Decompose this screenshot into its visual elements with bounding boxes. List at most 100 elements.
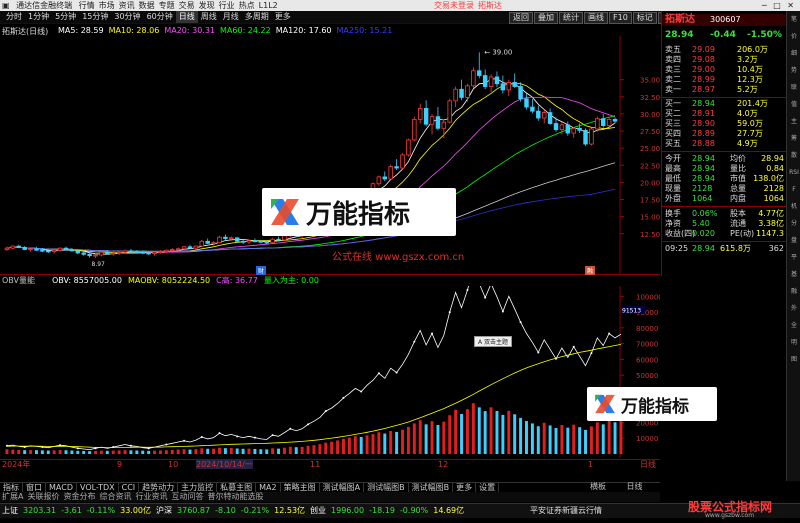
book-price[interactable]: 29.09 [692, 45, 715, 55]
menu-item-3[interactable]: 数据 [139, 0, 155, 11]
right-tab-10[interactable]: F [787, 181, 800, 198]
index-name[interactable]: 创业 [310, 504, 326, 518]
menu-item-7[interactable]: 行业 [219, 0, 235, 11]
book-price[interactable]: 28.99 [692, 75, 715, 85]
stat-value: 4.77亿 [758, 209, 784, 218]
right-tab-18[interactable]: 全 [787, 317, 800, 334]
indicator-title[interactable]: OBV量能 [2, 275, 35, 286]
info-tab-6[interactable]: 普尔特动能选股 [205, 492, 265, 502]
book-price[interactable]: 28.89 [692, 129, 715, 139]
menu-item-6[interactable]: 发现 [199, 0, 215, 11]
right-tab-17[interactable]: 外 [787, 300, 800, 317]
right-tab-0[interactable]: 笔 [787, 11, 800, 28]
period-tab-5[interactable]: 60分钟 [144, 11, 176, 23]
index-name[interactable]: 上证 [2, 504, 18, 518]
right-tab-13[interactable]: 盘 [787, 232, 800, 249]
book-volume: 5.2万 [737, 85, 758, 94]
candle-body [601, 118, 606, 126]
menu-item-1[interactable]: 市场 [99, 0, 115, 11]
kline-chart[interactable]: 拓斯达(日线) MA5: 28.59 MA10: 28.06 MA20: 30.31… [0, 24, 660, 275]
right-tab-11[interactable]: 机 [787, 198, 800, 215]
toolbar-button-1[interactable]: 叠加 [534, 12, 558, 24]
right-tab-9[interactable]: RSI [787, 164, 800, 181]
book-price[interactable]: 28.88 [692, 139, 715, 149]
right-tab-19[interactable]: 明 [787, 334, 800, 351]
book-volume: 12.3万 [737, 75, 763, 84]
mark-cai[interactable]: 财 [256, 266, 267, 275]
right-tab-1[interactable]: 价 [787, 28, 800, 45]
tab-horizontal[interactable]: 横板 [590, 482, 606, 491]
login-notice[interactable]: 交易未登录 [434, 0, 474, 11]
right-tab-2[interactable]: 细 [787, 45, 800, 62]
close-button[interactable]: ✕ [787, 0, 794, 11]
candle-body [270, 238, 275, 244]
right-tab-12[interactable]: 分 [787, 215, 800, 232]
right-tab-8[interactable]: 散 [787, 147, 800, 164]
obv-tick-label: 80000 [636, 325, 658, 333]
stat-value: 3.38亿 [758, 219, 784, 228]
period-tab-6[interactable]: 日线 [175, 11, 198, 23]
candle-body [471, 70, 476, 87]
volume-bar [153, 450, 157, 454]
menu-item-8[interactable]: 热点 [239, 0, 255, 11]
volume-bar [82, 451, 86, 454]
right-tab-3[interactable]: 势 [787, 62, 800, 79]
mark-rong[interactable]: 融 [585, 266, 596, 275]
info-tab-5[interactable]: 互动问答 [169, 492, 205, 502]
volume-bar [525, 421, 528, 454]
period-tab-10[interactable]: 更多 [272, 11, 294, 23]
stat-value: 5.40 [692, 219, 710, 228]
period-tab-4[interactable]: 30分钟 [111, 11, 143, 23]
info-tab-2[interactable]: 资金分布 [61, 492, 97, 502]
info-tab-0[interactable]: 扩展A [0, 492, 25, 502]
toolbar-button-3[interactable]: 画线 [584, 12, 608, 24]
tooltip-badge[interactable]: A 双击主题 [474, 336, 513, 347]
info-tab-3[interactable]: 综合资讯 [97, 492, 133, 502]
toolbar-button-2[interactable]: 统计 [559, 12, 583, 24]
info-tab-4[interactable]: 行业资讯 [133, 492, 169, 502]
book-price[interactable]: 28.97 [692, 85, 715, 95]
volume-bar [548, 425, 552, 454]
right-tab-7[interactable]: 筹 [787, 130, 800, 147]
period-tab-9[interactable]: 多周期 [242, 11, 272, 23]
right-tab-16[interactable]: 融 [787, 283, 800, 300]
book-price[interactable]: 29.00 [692, 65, 715, 75]
maximize-button[interactable]: □ [773, 0, 781, 11]
right-tab-4[interactable]: 联 [787, 79, 800, 96]
period-tab-0[interactable]: 分时 [3, 11, 25, 23]
right-tab-20[interactable]: 图 [787, 351, 800, 368]
volume-bar [218, 447, 221, 454]
period-tab-8[interactable]: 月线 [220, 11, 242, 23]
right-tab-14[interactable]: 平 [787, 249, 800, 266]
period-tab-3[interactable]: 15分钟 [79, 11, 111, 23]
right-tab-6[interactable]: 主 [787, 113, 800, 130]
menu-item-9[interactable]: L1L2 [259, 0, 278, 11]
book-price[interactable]: 29.08 [692, 55, 715, 65]
candle-body [193, 245, 199, 249]
book-price[interactable]: 28.91 [692, 109, 715, 119]
book-volume: 10.4万 [737, 65, 763, 74]
volume-bar [560, 424, 564, 454]
volume-bar [99, 450, 103, 454]
menu-item-5[interactable]: 交易 [179, 0, 195, 11]
menu-item-0[interactable]: 行情 [79, 0, 95, 11]
volume-bar [241, 448, 245, 454]
tab-daily[interactable]: 日线 [627, 482, 643, 491]
period-tab-2[interactable]: 5分钟 [52, 11, 79, 23]
right-tab-5[interactable]: 值 [787, 96, 800, 113]
index-name[interactable]: 沪深 [156, 504, 172, 518]
menu-item-2[interactable]: 资讯 [119, 0, 135, 11]
info-tab-1[interactable]: 关联报价 [25, 492, 61, 502]
toolbar-button-5[interactable]: 标记 [632, 12, 657, 24]
period-tab-7[interactable]: 周线 [198, 11, 220, 23]
obv-chart[interactable]: 1000009000080000700006000050000400003000… [0, 267, 663, 458]
book-price[interactable]: 28.90 [692, 119, 715, 129]
volume-bar [223, 448, 227, 454]
book-price[interactable]: 28.94 [692, 99, 715, 109]
period-tab-1[interactable]: 1分钟 [25, 11, 52, 23]
toolbar-button-0[interactable]: 返回 [509, 12, 533, 24]
menu-item-4[interactable]: 专题 [159, 0, 175, 11]
right-tab-15[interactable]: 基 [787, 266, 800, 283]
toolbar-button-4[interactable]: F10 [609, 12, 632, 24]
minimize-button[interactable]: ─ [762, 0, 767, 11]
